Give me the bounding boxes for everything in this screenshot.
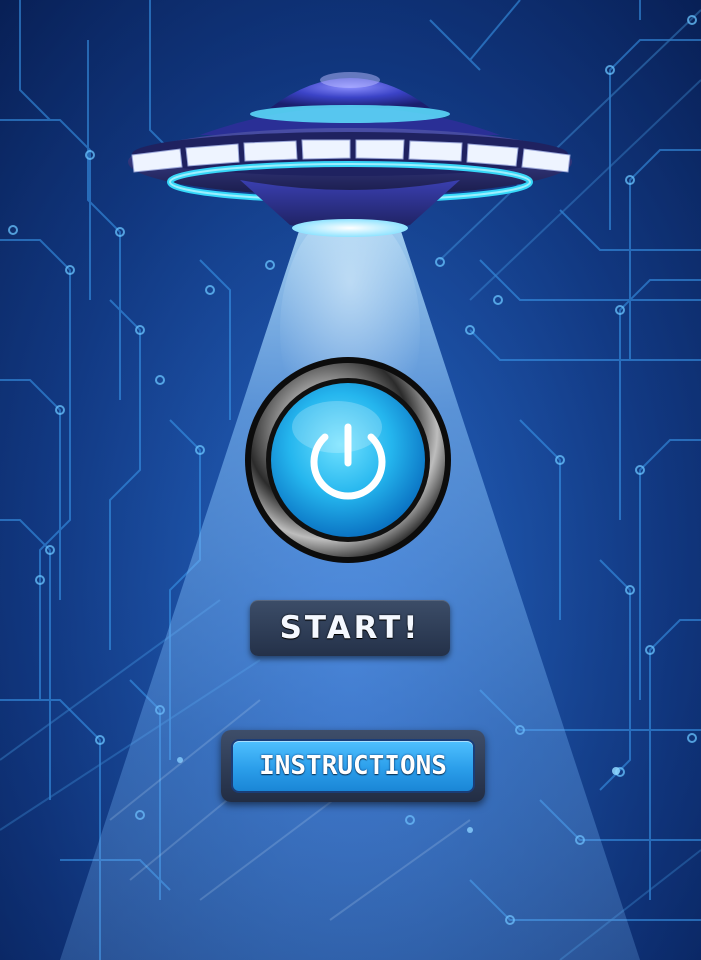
power-icon (245, 357, 451, 563)
power-button[interactable] (245, 355, 451, 565)
instructions-button-face: INSTRUCTIONS (233, 741, 473, 791)
game-start-screen: START! INSTRUCTIONS (0, 0, 701, 960)
ufo-icon (128, 72, 572, 237)
instructions-button-label: INSTRUCTIONS (259, 751, 447, 781)
start-button-label: START! (279, 610, 421, 646)
start-button[interactable]: START! (250, 600, 450, 656)
instructions-button[interactable]: INSTRUCTIONS (221, 730, 485, 802)
